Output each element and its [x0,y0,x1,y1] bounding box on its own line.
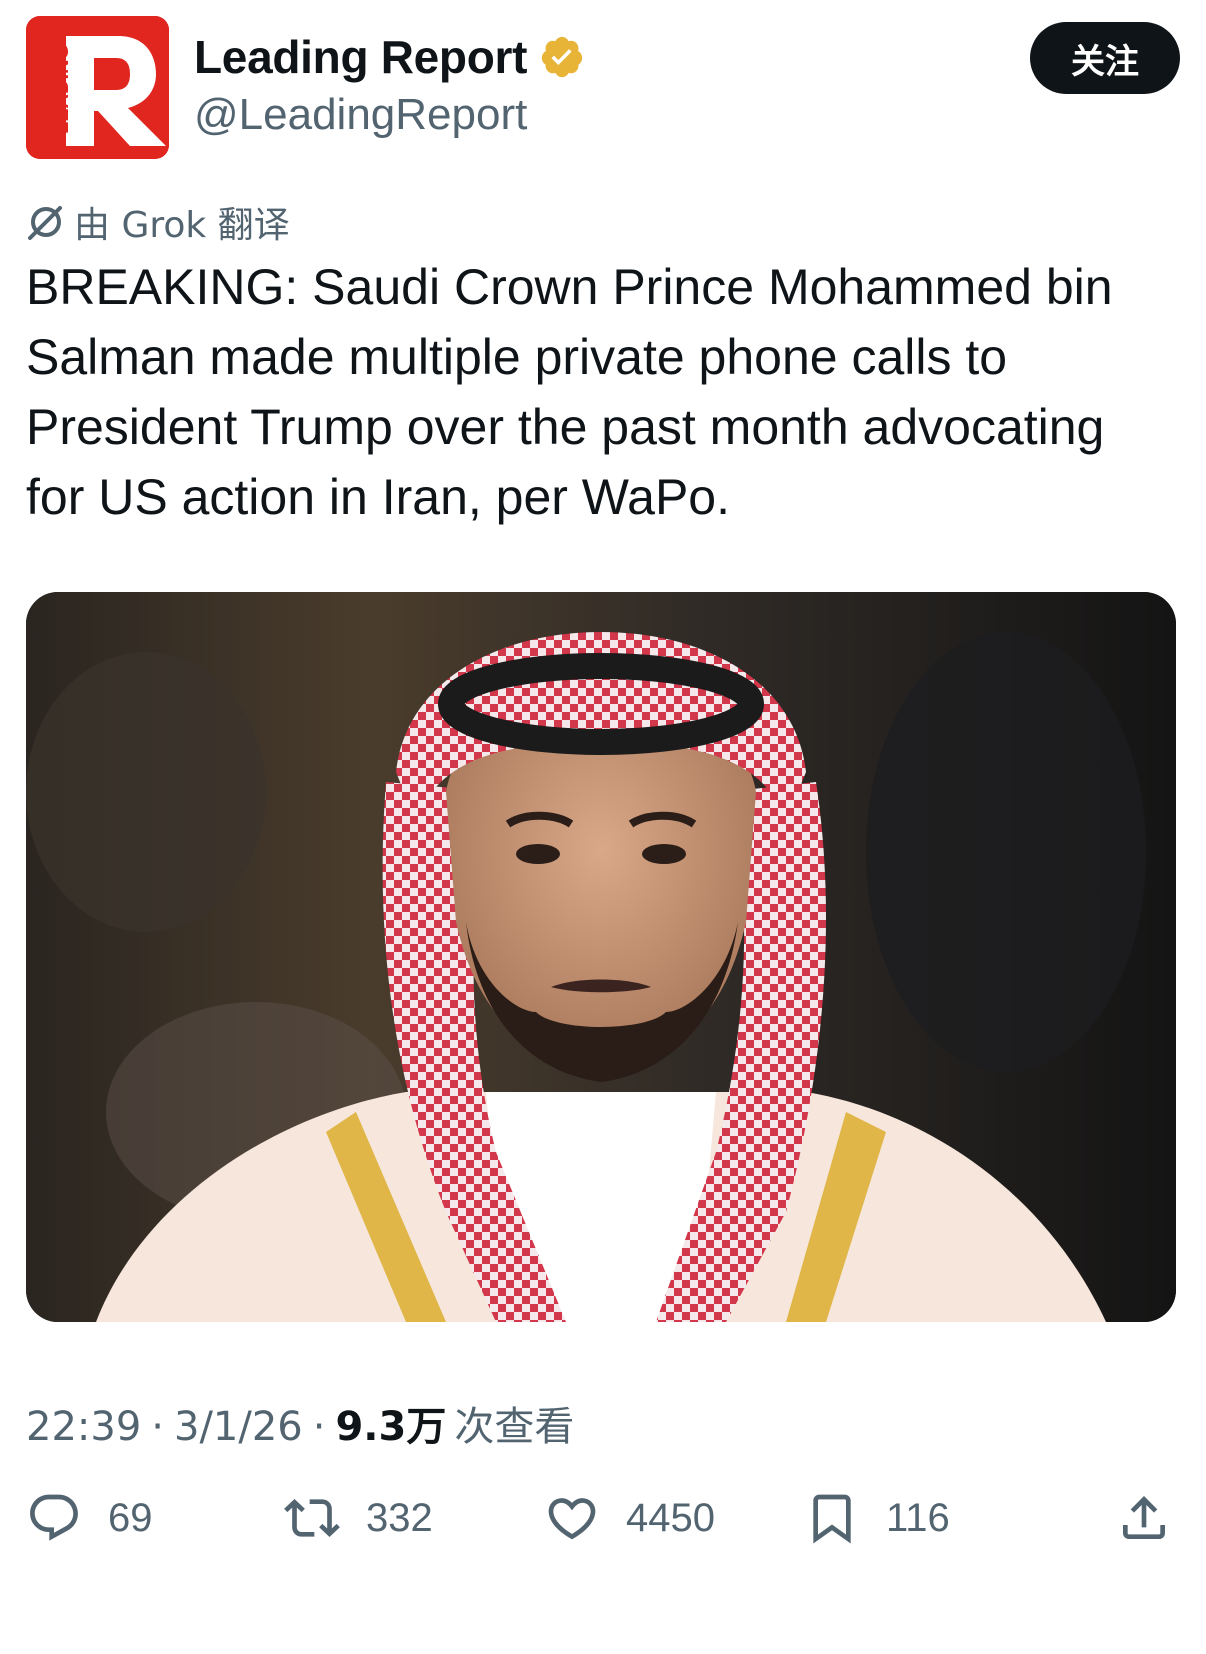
separator-dot: · [312,1404,326,1450]
bookmark-icon [813,1494,851,1544]
svg-text:LEADING: LEADING [51,44,73,134]
share-button[interactable] [1116,1490,1172,1546]
tweet-header: LEADING Leading Report @LeadingReport 关注 [26,16,1180,161]
portrait-photo [26,592,1176,1322]
bookmark-button[interactable]: 116 [804,1490,950,1546]
translation-indicator[interactable]: 由 Grok 翻译 [26,196,290,248]
translate-icon [28,206,62,240]
verified-badge-icon [539,34,585,80]
like-button[interactable]: 4450 [544,1490,715,1546]
name-row: Leading Report [194,30,585,84]
tweet-date[interactable]: 3/1/26 [174,1404,303,1450]
tweet-meta: 22:39 · 3/1/26 · 9.3万 次查看 [26,1394,574,1452]
avatar[interactable]: LEADING [26,16,169,159]
repost-icon [284,1499,340,1537]
tweet-time[interactable]: 22:39 [26,1404,141,1450]
view-count: 9.3万 [335,1404,447,1450]
reply-icon [30,1494,78,1541]
display-name[interactable]: Leading Report [194,30,527,84]
tweet-actions: 69 332 4450 116 [26,1490,1176,1560]
share-icon [1123,1496,1165,1539]
bookmark-count: 116 [886,1495,950,1540]
tweet-text: BREAKING: Saudi Crown Prince Mohammed bi… [26,259,1113,525]
repost-count: 332 [366,1495,433,1540]
follow-button[interactable]: 关注 [1030,22,1180,94]
reply-button[interactable]: 69 [26,1490,153,1546]
handle[interactable]: @LeadingReport [194,90,527,140]
like-count: 4450 [626,1495,715,1540]
reply-count: 69 [108,1495,153,1540]
translation-label: 由 Grok 翻译 [74,205,290,246]
separator-dot: · [151,1404,164,1450]
view-count-label: 次查看 [454,1404,575,1450]
like-icon [548,1498,596,1540]
tweet-photo[interactable] [26,592,1176,1322]
leading-report-logo: LEADING [26,16,169,159]
repost-button[interactable]: 332 [284,1490,433,1546]
